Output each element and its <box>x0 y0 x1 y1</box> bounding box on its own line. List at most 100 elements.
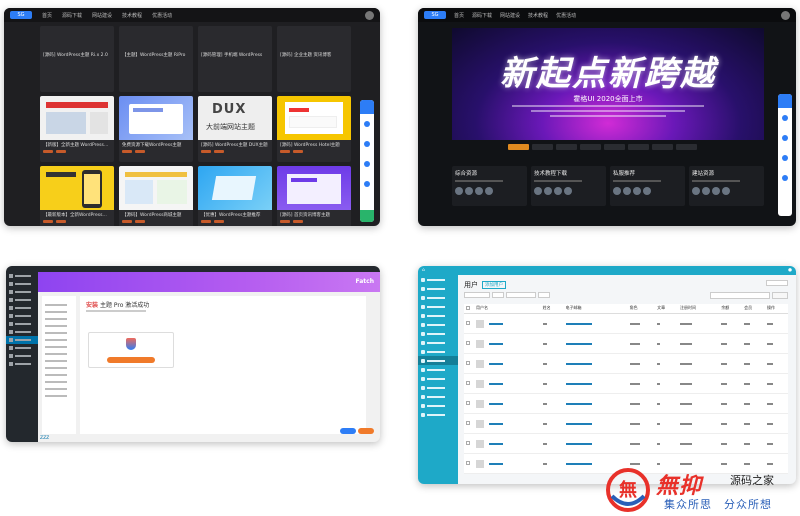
email-link[interactable] <box>565 363 592 365</box>
nav-build[interactable]: 网站建设 <box>500 12 520 19</box>
table-row[interactable] <box>464 413 788 434</box>
col-email[interactable]: 电子邮箱 <box>563 304 628 314</box>
nav-deals[interactable]: 优惠活动 <box>556 12 576 19</box>
card-title[interactable]: 【源码】WordPress商城主题 <box>119 210 193 220</box>
col-posts[interactable]: 文章 <box>655 304 679 314</box>
username-link[interactable] <box>489 443 504 445</box>
admin-bar-site[interactable]: ⌂ <box>422 268 425 273</box>
admin-bar-account[interactable]: ● <box>788 268 792 273</box>
bulk-action-select[interactable] <box>464 292 490 298</box>
menu-item[interactable] <box>6 288 38 296</box>
qq-icon[interactable] <box>360 114 374 134</box>
username-link[interactable] <box>489 383 504 385</box>
menu-item[interactable] <box>418 347 458 356</box>
actions-cell[interactable] <box>767 403 774 405</box>
footer-link[interactable]: ZZZ <box>40 436 49 441</box>
menu-item[interactable] <box>6 272 38 280</box>
user-avatar[interactable] <box>781 10 790 20</box>
menu-item[interactable] <box>418 365 458 374</box>
reset-button[interactable] <box>358 428 374 434</box>
menu-item[interactable] <box>418 392 458 401</box>
post-card[interactable]: [源码] 首页资讯博客主题 <box>277 166 351 226</box>
post-card[interactable]: 免费资源下载WordPress主题 <box>119 96 193 162</box>
actions-cell[interactable] <box>767 343 774 345</box>
change-button[interactable] <box>538 292 550 298</box>
card-title[interactable]: [源码] WordPress主题 Ri.x 2.0 <box>40 50 114 60</box>
actions-cell[interactable] <box>767 423 774 425</box>
nav-deals[interactable]: 优惠活动 <box>152 12 172 19</box>
chat-icon[interactable] <box>778 148 792 168</box>
card-title[interactable]: 【最新版本】全新WordPress主题 <box>40 210 114 220</box>
card-title[interactable]: [源码] WordPress Hotel主题 <box>277 140 351 150</box>
menu-item[interactable] <box>6 304 38 312</box>
menu-item[interactable] <box>418 293 458 302</box>
menu-item-active[interactable] <box>6 336 38 344</box>
chat-icon[interactable] <box>360 154 374 174</box>
email-link[interactable] <box>565 383 592 385</box>
actions-cell[interactable] <box>767 323 774 325</box>
menu-item[interactable] <box>418 374 458 383</box>
card-title[interactable]: 【主题】WordPress主题 RiPro <box>119 50 193 60</box>
qq-icon[interactable] <box>778 108 792 128</box>
add-user-button[interactable]: 添加用户 <box>482 281 506 289</box>
post-card[interactable]: [源码] WordPress主题 Ri.x 2.0 <box>40 26 114 92</box>
row-checkbox[interactable] <box>466 401 470 405</box>
search-input[interactable] <box>710 292 770 299</box>
row-checkbox[interactable] <box>466 321 470 325</box>
post-card[interactable]: [源码] 企业主题 资讯博客 <box>277 26 351 92</box>
nav-source[interactable]: 源码下载 <box>62 12 82 19</box>
tab[interactable] <box>628 144 649 150</box>
service-bar-header[interactable] <box>778 94 792 108</box>
category-card[interactable]: 技术教程下载 <box>531 166 606 206</box>
nav-source[interactable]: 源码下载 <box>472 12 492 19</box>
site-logo[interactable]: SG <box>424 11 446 19</box>
menu-item[interactable] <box>418 275 458 284</box>
table-row[interactable] <box>464 353 788 374</box>
tab[interactable] <box>604 144 625 150</box>
nav-home[interactable]: 首页 <box>42 12 52 19</box>
service-bar-header[interactable] <box>360 100 374 114</box>
menu-item[interactable] <box>418 383 458 392</box>
menu-item[interactable] <box>6 296 38 304</box>
apply-button[interactable] <box>492 292 504 298</box>
phone-icon[interactable] <box>360 174 374 194</box>
actions-cell[interactable] <box>767 363 774 365</box>
category-card[interactable]: 综合资源 <box>452 166 527 206</box>
menu-item[interactable] <box>418 338 458 347</box>
username-link[interactable] <box>489 323 504 325</box>
site-logo[interactable]: SG <box>10 11 32 19</box>
wechat-icon[interactable] <box>778 128 792 148</box>
menu-item[interactable] <box>418 284 458 293</box>
col-name[interactable]: 姓名 <box>540 304 564 314</box>
menu-item[interactable] <box>418 401 458 410</box>
wechat-icon[interactable] <box>360 134 374 154</box>
tab[interactable] <box>580 144 601 150</box>
category-card[interactable]: 建站资源 <box>689 166 764 206</box>
menu-item[interactable] <box>6 344 38 352</box>
card-title[interactable]: [源码] 企业主题 资讯博客 <box>277 50 351 60</box>
menu-item[interactable] <box>418 311 458 320</box>
post-card[interactable]: 【源码】WordPress商城主题 <box>119 166 193 226</box>
post-card[interactable]: 【优惠】WordPress主题推荐 <box>198 166 272 226</box>
row-checkbox[interactable] <box>466 461 470 465</box>
actions-cell[interactable] <box>767 463 774 465</box>
row-checkbox[interactable] <box>466 381 470 385</box>
screen-options-button[interactable] <box>766 280 788 286</box>
table-row[interactable] <box>464 373 788 394</box>
username-link[interactable] <box>489 343 504 345</box>
tab[interactable] <box>508 144 529 150</box>
post-card[interactable]: 【新版】全新主题 WordPress资源 <box>40 96 114 162</box>
card-title[interactable]: [源码管理] 手机端 WordPress <box>198 50 272 60</box>
table-row[interactable] <box>464 433 788 454</box>
nav-tutorial[interactable]: 技术教程 <box>528 12 548 19</box>
post-card[interactable]: DUX 大前端网站主题 [源码] WordPress主题 DUX主题 <box>198 96 272 162</box>
menu-item[interactable] <box>418 302 458 311</box>
menu-item[interactable] <box>6 312 38 320</box>
nav-build[interactable]: 网站建设 <box>92 12 112 19</box>
post-card[interactable]: [源码管理] 手机端 WordPress <box>198 26 272 92</box>
row-checkbox[interactable] <box>466 341 470 345</box>
table-row[interactable] <box>464 393 788 414</box>
menu-item[interactable] <box>6 320 38 328</box>
tab[interactable] <box>652 144 673 150</box>
card-title[interactable]: [源码] 首页资讯博客主题 <box>277 210 351 220</box>
